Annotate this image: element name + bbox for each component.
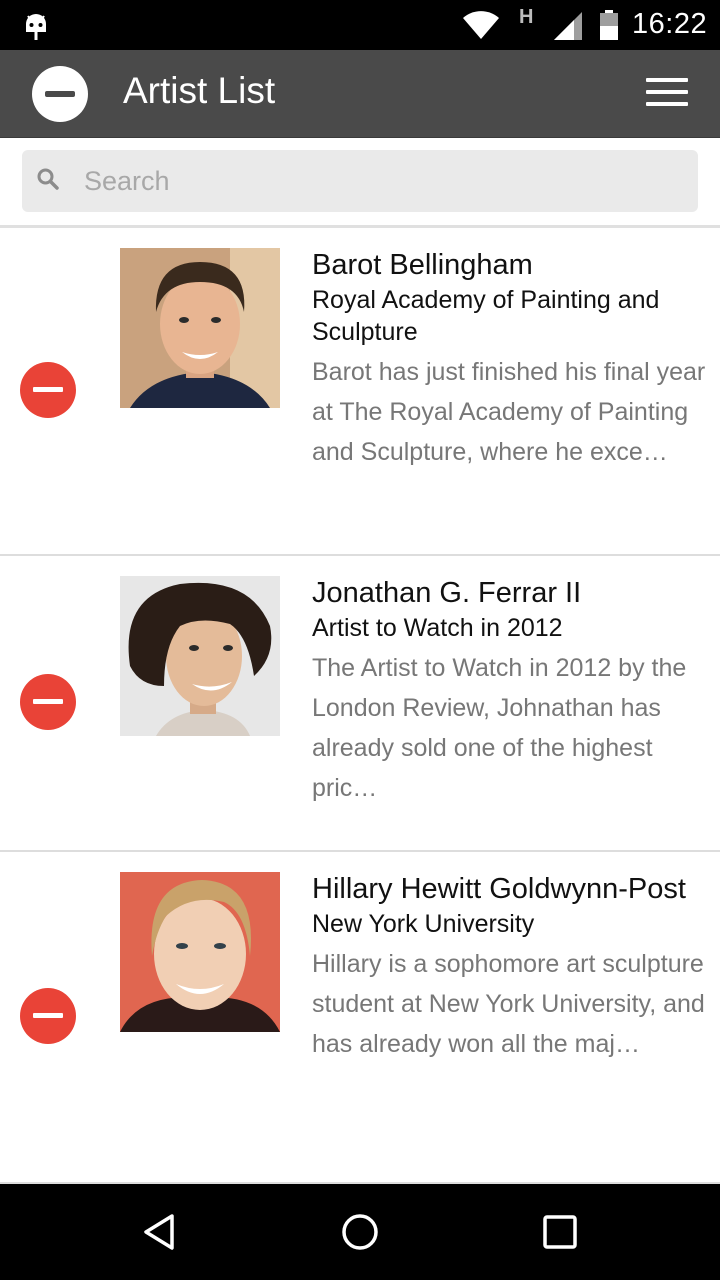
artist-photo: [120, 872, 280, 1032]
search-box[interactable]: [22, 150, 698, 212]
status-bar: H 16:22: [0, 0, 720, 50]
artist-text: Jonathan G. Ferrar II Artist to Watch in…: [312, 574, 708, 808]
remove-item-button[interactable]: [20, 674, 76, 730]
list-item[interactable]: Barot Bellingham Royal Academy of Painti…: [0, 228, 720, 556]
artist-description: The Artist to Watch in 2012 by the Londo…: [312, 654, 687, 802]
artist-name: Hillary Hewitt Goldwynn-Post: [312, 873, 686, 905]
artist-name: Barot Bellingham: [312, 249, 533, 281]
remove-item-button[interactable]: [20, 988, 76, 1044]
battery-icon: [600, 10, 618, 40]
home-circle-icon[interactable]: [340, 1212, 380, 1252]
artist-description: Hillary is a sophomore art sculpture stu…: [312, 950, 705, 1058]
search-input[interactable]: [84, 150, 684, 212]
page-title: Artist List: [123, 70, 276, 111]
artist-photo: [120, 576, 280, 736]
list-item[interactable]: Hillary Hewitt Goldwynn-Post New York Un…: [0, 852, 720, 1184]
menu-icon[interactable]: [646, 78, 690, 110]
artist-text: Hillary Hewitt Goldwynn-Post New York Un…: [312, 870, 708, 1064]
cell-signal-icon: [554, 12, 582, 40]
artist-school: Artist to Watch in 2012: [312, 614, 563, 642]
artist-photo: [120, 248, 280, 408]
navigation-bar: [0, 1184, 720, 1280]
back-triangle-icon[interactable]: [140, 1212, 180, 1252]
network-type-label: H: [519, 6, 534, 28]
list-item[interactable]: Jonathan G. Ferrar II Artist to Watch in…: [0, 556, 720, 852]
wifi-icon: [463, 11, 499, 39]
screen: H 16:22 Artist List Search Barot Belling…: [0, 0, 720, 1280]
app-bar: Artist List: [0, 50, 720, 138]
minus-circle-icon[interactable]: [32, 66, 88, 122]
artist-name: Jonathan G. Ferrar II: [312, 577, 582, 609]
artist-school: Royal Academy of Painting and Sculpture: [312, 286, 660, 346]
artist-text: Barot Bellingham Royal Academy of Painti…: [312, 246, 708, 472]
artist-description: Barot has just finished his final year a…: [312, 358, 706, 466]
clock: 16:22: [632, 8, 708, 40]
android-debug-icon: [26, 14, 46, 40]
remove-item-button[interactable]: [20, 362, 76, 418]
artist-school: New York University: [312, 910, 535, 938]
search-area: [0, 138, 720, 228]
recents-square-icon[interactable]: [540, 1212, 580, 1252]
search-icon: [37, 168, 59, 190]
